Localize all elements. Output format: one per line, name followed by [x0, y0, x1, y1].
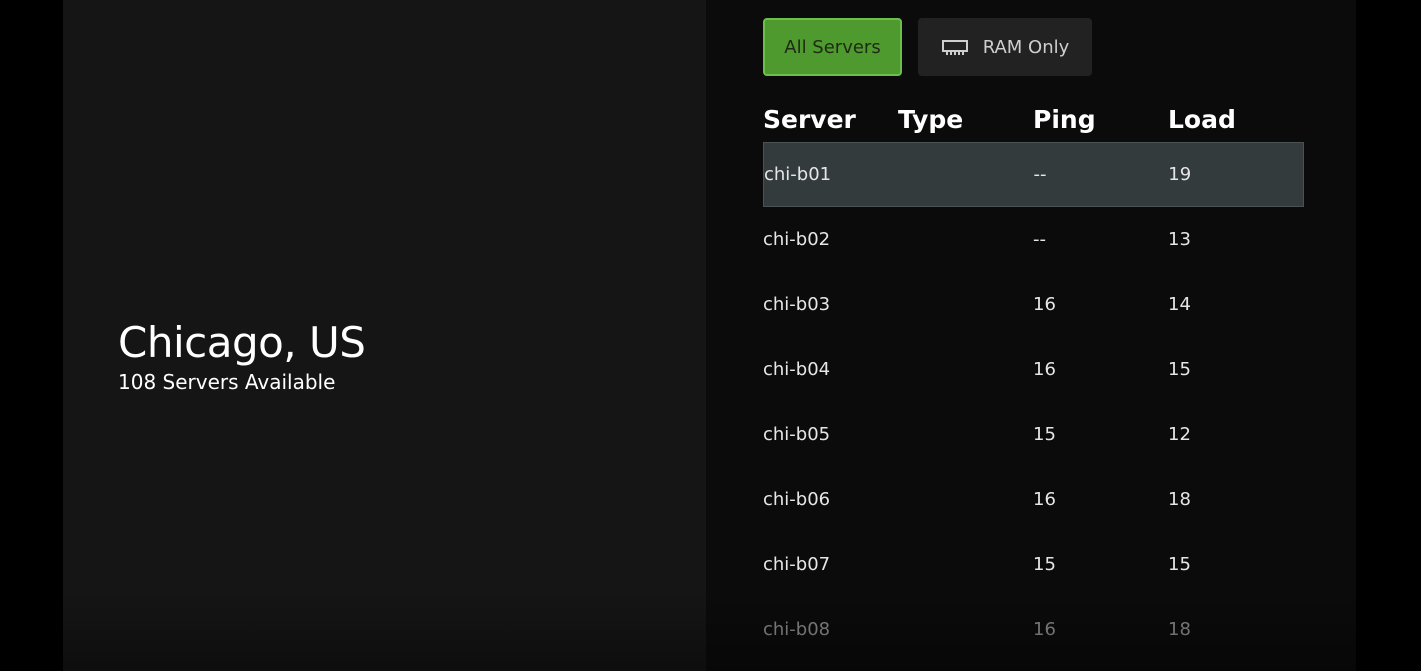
- location-panel: Chicago, US 108 Servers Available: [63, 0, 706, 671]
- server-load-cell: 15: [1168, 554, 1191, 575]
- server-name-cell: chi-b07: [763, 554, 831, 575]
- table-row[interactable]: chi-b07 15 15: [763, 532, 1304, 597]
- server-load-cell: 15: [1168, 359, 1191, 380]
- server-load-cell: 12: [1168, 424, 1191, 445]
- column-header-server: Server: [763, 104, 856, 134]
- server-ping-cell: 16: [1033, 294, 1056, 315]
- server-ping-cell: 15: [1033, 424, 1056, 445]
- ram-only-button[interactable]: RAM Only: [918, 18, 1092, 76]
- server-ping-cell: 16: [1033, 359, 1056, 380]
- server-ping-cell: 15: [1033, 554, 1056, 575]
- app-frame: Chicago, US 108 Servers Available All Se…: [0, 0, 1421, 671]
- table-header: Server Type Ping Load: [763, 96, 1304, 142]
- server-name-cell: chi-b01: [764, 164, 832, 185]
- location-title: Chicago, US: [118, 318, 366, 367]
- server-name-cell: chi-b02: [763, 229, 831, 250]
- server-name-cell: chi-b04: [763, 359, 831, 380]
- server-load-cell: 14: [1168, 294, 1191, 315]
- table-row[interactable]: chi-b01 -- 19: [763, 142, 1304, 207]
- server-name-cell: chi-b03: [763, 294, 831, 315]
- server-count: 108 Servers Available: [118, 370, 336, 394]
- table-row[interactable]: chi-b08 16 18: [763, 597, 1304, 662]
- memory-chip-icon: [941, 37, 969, 57]
- table-row[interactable]: chi-b05 15 12: [763, 402, 1304, 467]
- all-servers-button[interactable]: All Servers: [763, 18, 902, 76]
- ram-only-label: RAM Only: [982, 36, 1070, 58]
- server-table: Server Type Ping Load chi-b01 -- 19 chi-…: [763, 96, 1304, 662]
- server-ping-cell: 16: [1033, 489, 1056, 510]
- server-ping-cell: 16: [1033, 619, 1056, 640]
- server-load-cell: 18: [1168, 619, 1191, 640]
- filter-bar: All Servers RAM Only: [763, 18, 1092, 76]
- table-row[interactable]: chi-b03 16 14: [763, 272, 1304, 337]
- server-ping-cell: --: [1033, 164, 1047, 185]
- server-load-cell: 18: [1168, 489, 1191, 510]
- table-row[interactable]: chi-b02 -- 13: [763, 207, 1304, 272]
- column-header-type: Type: [898, 104, 964, 134]
- table-row[interactable]: chi-b04 16 15: [763, 337, 1304, 402]
- server-load-cell: 19: [1168, 164, 1192, 185]
- column-header-ping: Ping: [1033, 104, 1096, 134]
- table-row[interactable]: chi-b06 16 18: [763, 467, 1304, 532]
- server-list-panel: All Servers RAM Only Server Type Ping Lo…: [706, 0, 1356, 671]
- server-ping-cell: --: [1033, 229, 1046, 250]
- server-name-cell: chi-b05: [763, 424, 831, 445]
- server-load-cell: 13: [1168, 229, 1191, 250]
- server-name-cell: chi-b06: [763, 489, 831, 510]
- server-name-cell: chi-b08: [763, 619, 831, 640]
- column-header-load: Load: [1168, 104, 1236, 134]
